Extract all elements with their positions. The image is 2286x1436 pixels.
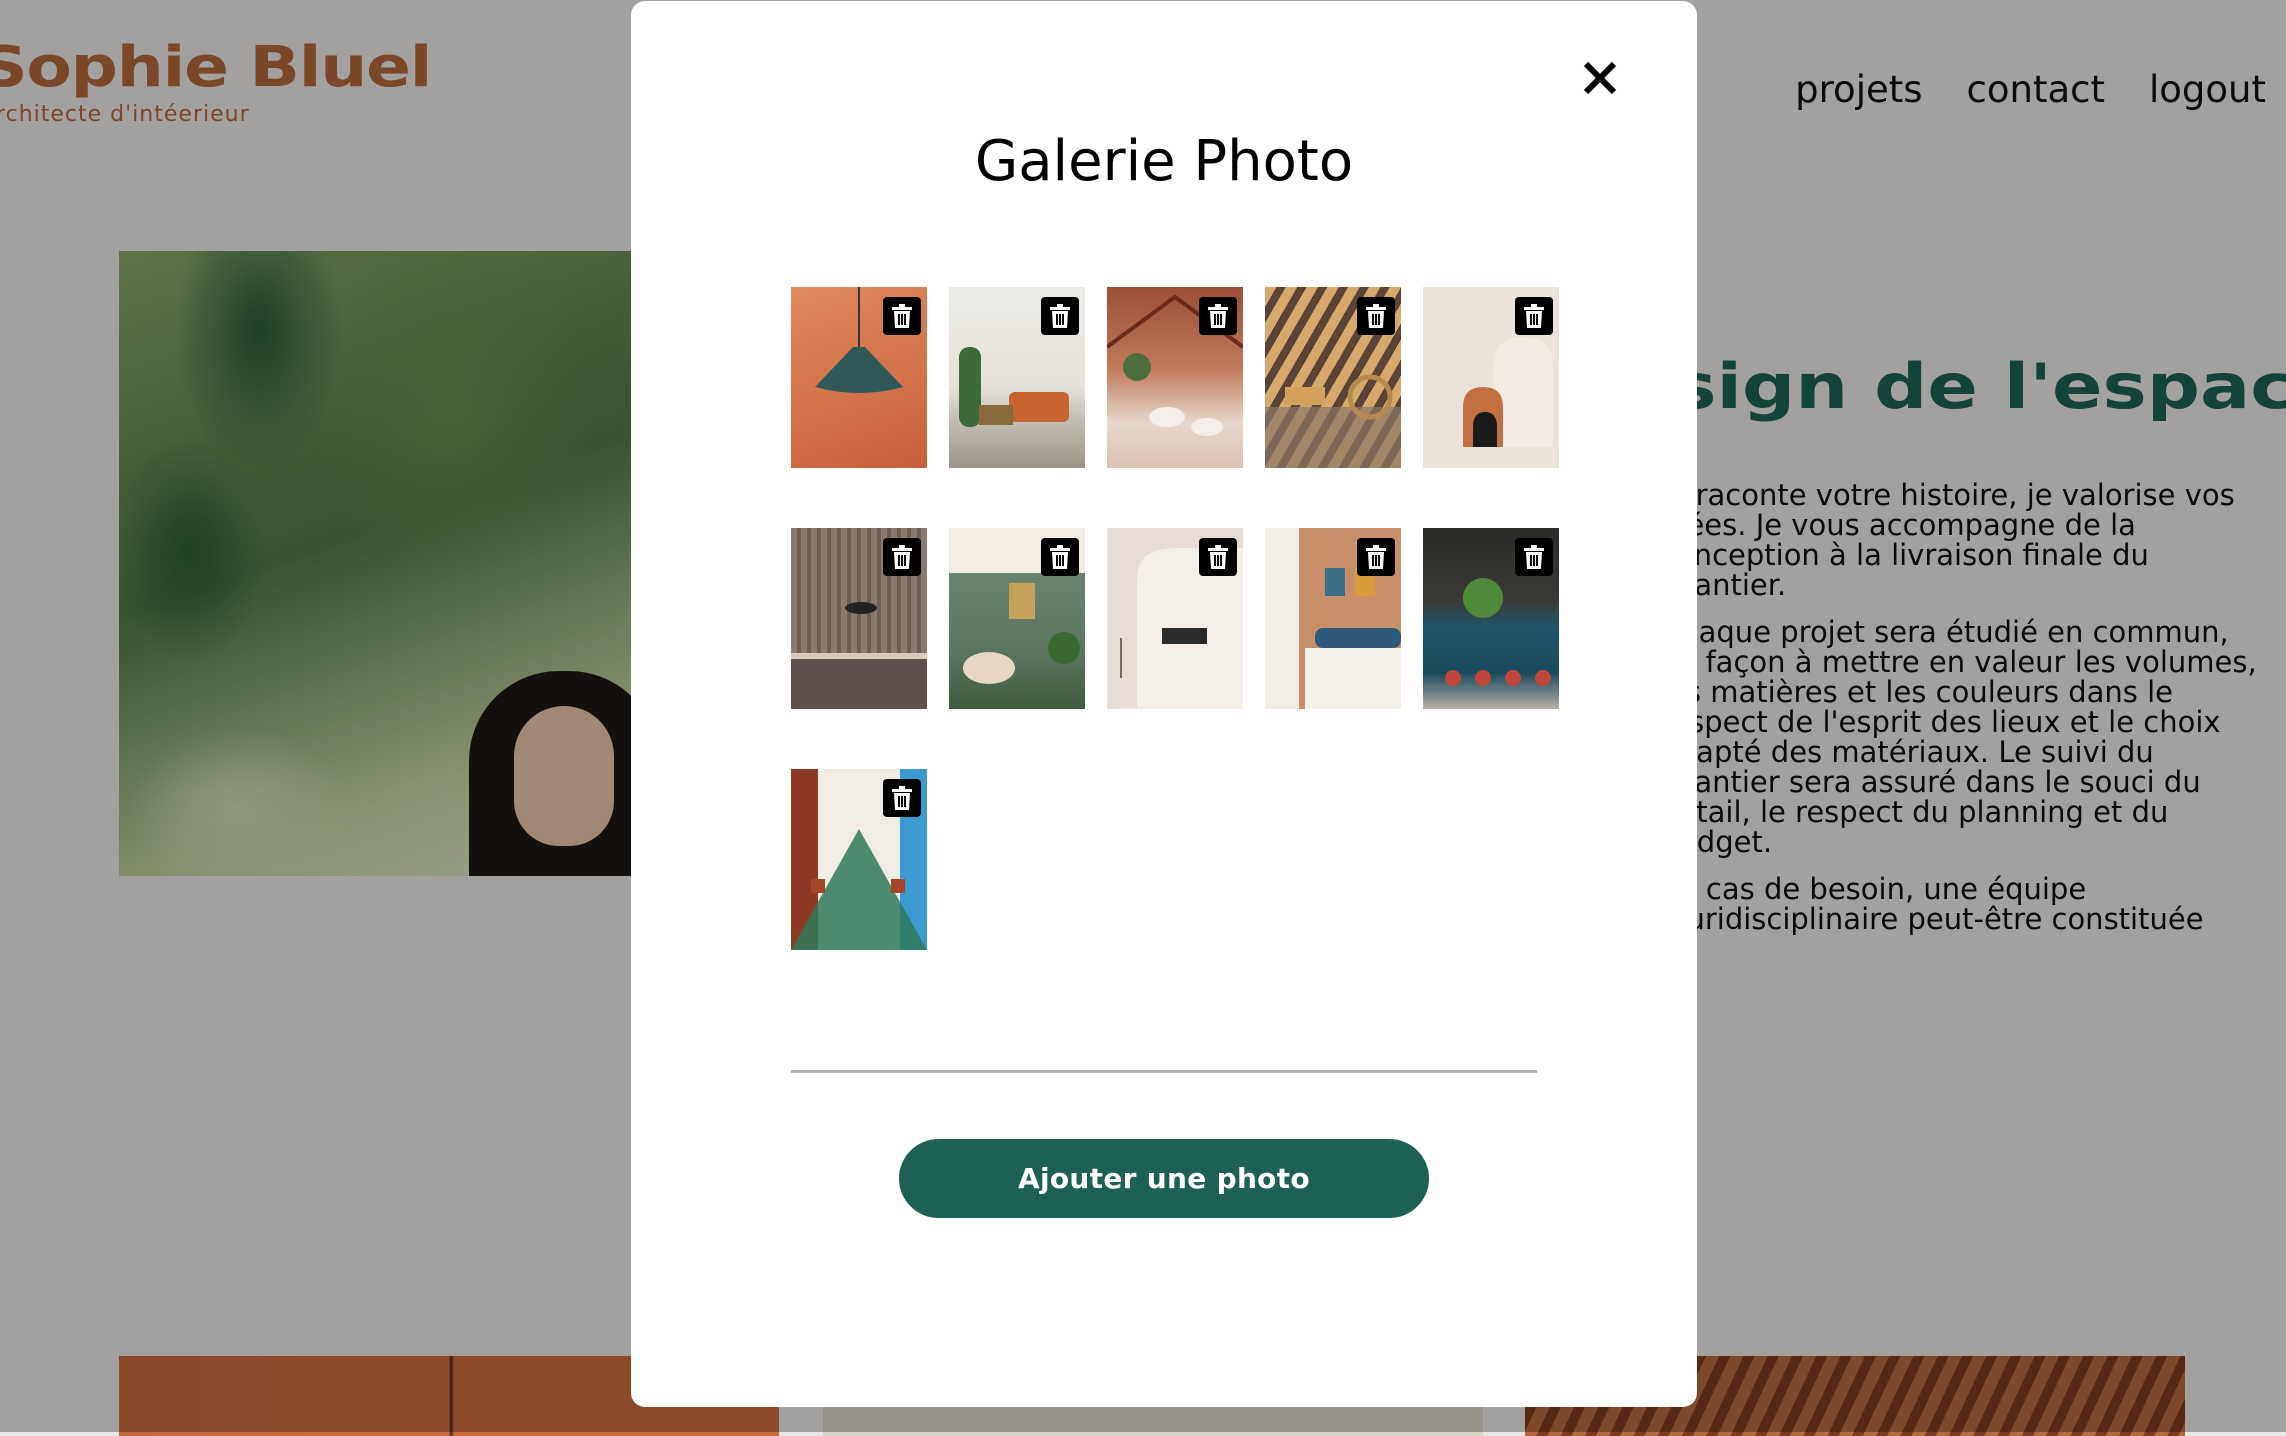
photo-thumb xyxy=(1265,287,1401,468)
delete-photo-button[interactable] xyxy=(1199,538,1237,576)
trash-icon xyxy=(892,304,912,328)
photo-thumb xyxy=(791,287,927,468)
delete-photo-button[interactable] xyxy=(883,538,921,576)
photo-thumb xyxy=(1265,528,1401,709)
trash-icon xyxy=(1366,545,1386,569)
trash-icon xyxy=(1366,304,1386,328)
modal-divider xyxy=(791,1070,1537,1073)
add-photo-button[interactable]: Ajouter une photo xyxy=(899,1139,1429,1218)
close-icon xyxy=(1583,61,1617,95)
delete-photo-button[interactable] xyxy=(1041,297,1079,335)
trash-icon xyxy=(1050,304,1070,328)
photo-thumb xyxy=(1423,287,1559,468)
trash-icon xyxy=(892,786,912,810)
photo-thumb xyxy=(949,287,1085,468)
trash-icon xyxy=(1050,545,1070,569)
delete-photo-button[interactable] xyxy=(1357,538,1395,576)
modal-title: Galerie Photo xyxy=(974,129,1354,194)
close-button[interactable] xyxy=(1573,51,1627,105)
photo-thumb xyxy=(1107,287,1243,468)
photo-thumb xyxy=(791,528,927,709)
delete-photo-button[interactable] xyxy=(883,297,921,335)
delete-photo-button[interactable] xyxy=(1515,297,1553,335)
delete-photo-button[interactable] xyxy=(1357,297,1395,335)
photo-thumb xyxy=(1107,528,1243,709)
photo-thumb xyxy=(791,769,927,950)
trash-icon xyxy=(892,545,912,569)
photo-thumb xyxy=(949,528,1085,709)
trash-icon xyxy=(1524,545,1544,569)
trash-icon xyxy=(1208,304,1228,328)
delete-photo-button[interactable] xyxy=(1199,297,1237,335)
delete-photo-button[interactable] xyxy=(883,779,921,817)
trash-icon xyxy=(1208,545,1228,569)
photo-thumb xyxy=(1423,528,1559,709)
delete-photo-button[interactable] xyxy=(1515,538,1553,576)
trash-icon xyxy=(1524,304,1544,328)
delete-photo-button[interactable] xyxy=(1041,538,1079,576)
gallery-modal: Galerie Photo Ajouter une photo xyxy=(631,1,1697,1407)
